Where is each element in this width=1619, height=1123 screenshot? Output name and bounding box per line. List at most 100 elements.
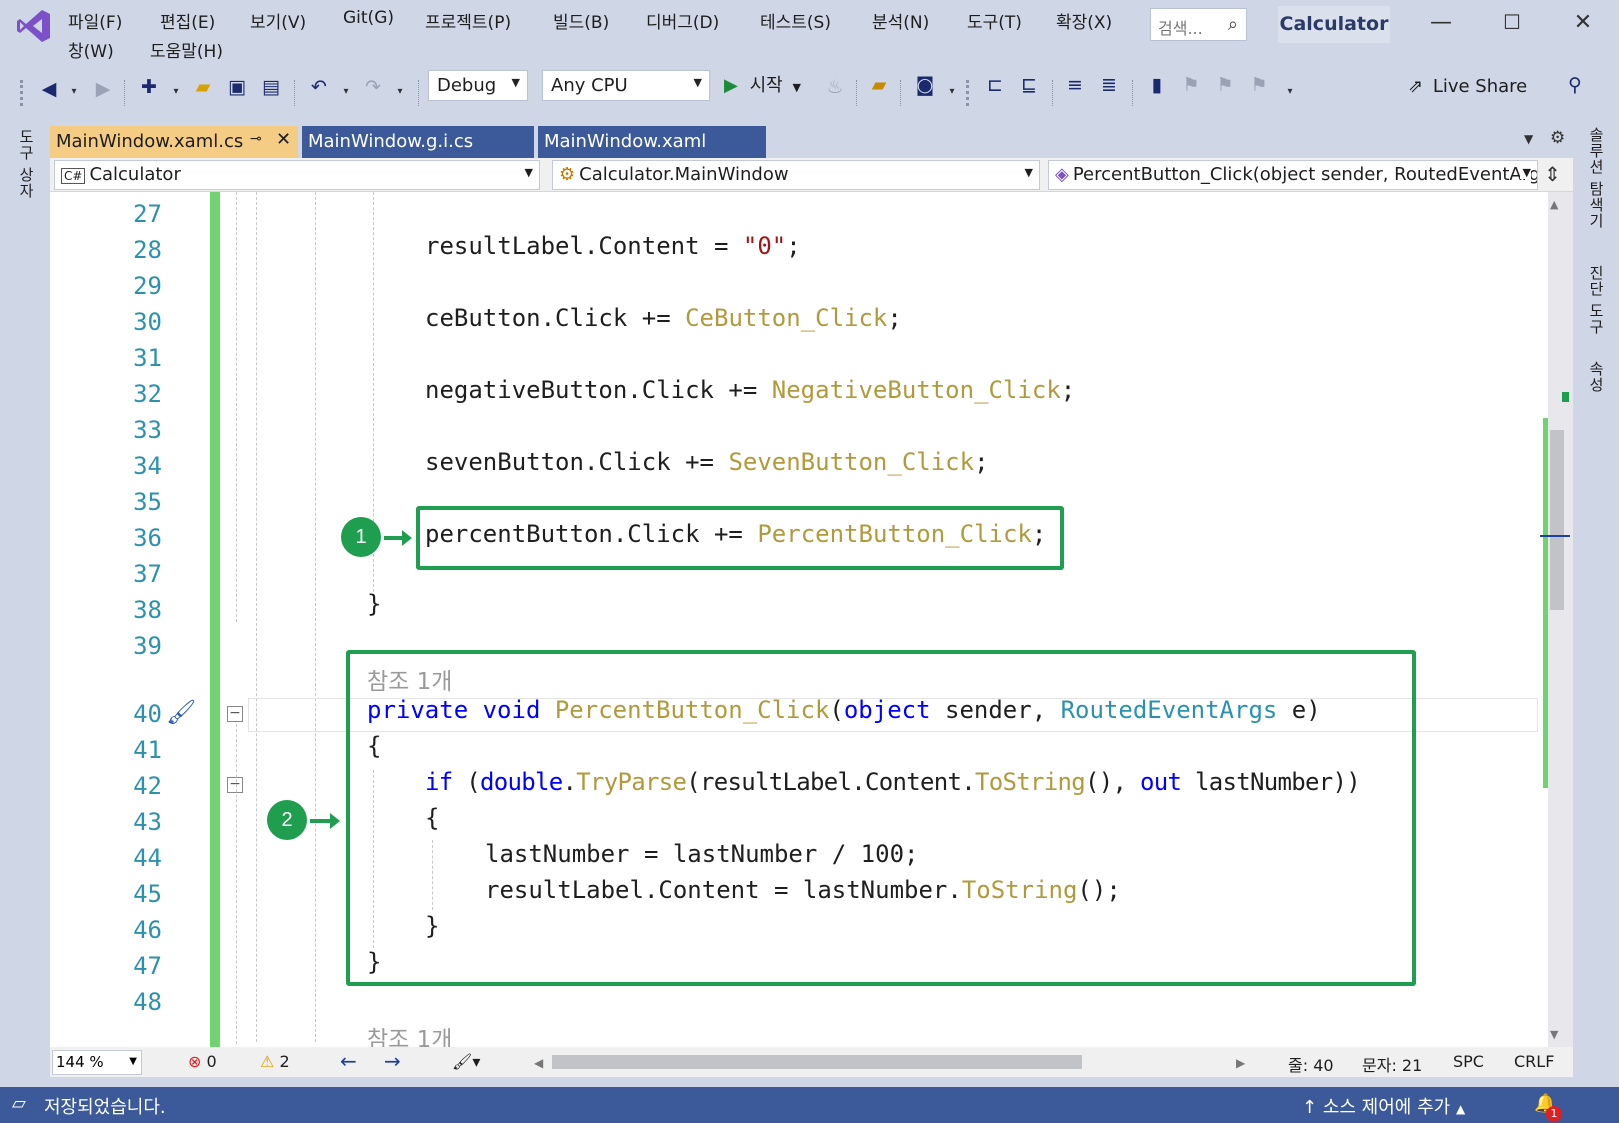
scroll-up-icon[interactable]: ▲ xyxy=(1550,198,1558,211)
save-icon[interactable]: ▣ xyxy=(224,76,250,98)
step-over-icon[interactable]: ⊑ xyxy=(1016,74,1042,96)
status-output-icon[interactable]: ▱ xyxy=(12,1093,26,1114)
whitespace-indicator[interactable]: SPC xyxy=(1453,1052,1484,1071)
settings-gear-icon[interactable]: ⚙ xyxy=(1550,128,1565,148)
menu-extensions[interactable]: 확장(X) xyxy=(1056,8,1112,33)
vertical-scrollbar[interactable] xyxy=(1548,192,1573,1047)
line-number: 45 xyxy=(133,880,162,908)
previous-bookmark-icon[interactable]: ⚑ xyxy=(1178,74,1204,96)
xaml-designer-icon[interactable]: ◙ xyxy=(912,74,938,96)
solution-platform-select[interactable]: Any CPU ▼ xyxy=(542,70,710,101)
toolbar-grip[interactable] xyxy=(20,80,23,106)
uncomment-icon[interactable]: ≣ xyxy=(1096,74,1122,96)
tab-mainwindow-g-i-cs[interactable]: MainWindow.g.i.cs xyxy=(302,126,534,158)
start-label: 시작 xyxy=(749,75,783,96)
scroll-left-icon[interactable]: ◀ xyxy=(534,1056,543,1070)
menu-project[interactable]: 프로젝트(P) xyxy=(425,8,511,33)
source-control-button[interactable]: ↑ 소스 제어에 추가 ▲ xyxy=(1302,1093,1465,1119)
menu-edit[interactable]: 편집(E) xyxy=(160,8,215,33)
code-cleanup-icon[interactable]: 🖌▾ xyxy=(452,1052,480,1071)
tab-list-dropdown-icon[interactable]: ▼ xyxy=(1524,132,1533,146)
line-indicator[interactable]: 줄: 40 xyxy=(1288,1052,1334,1076)
scroll-right-icon[interactable]: ▶ xyxy=(1236,1056,1245,1070)
step-into-icon[interactable]: ⊏ xyxy=(982,74,1008,96)
visual-studio-logo-icon[interactable] xyxy=(16,8,52,44)
type-dropdown[interactable]: ⚙ Calculator.MainWindow ▼ xyxy=(552,160,1040,190)
menu-help[interactable]: 도움말(H) xyxy=(150,37,223,62)
new-project-icon[interactable]: ✚ xyxy=(136,76,162,98)
scroll-down-icon[interactable]: ▼ xyxy=(1550,1028,1558,1041)
toolbar-separator xyxy=(856,80,858,106)
menu-view[interactable]: 보기(V) xyxy=(250,8,306,33)
callout-arrow-2 xyxy=(310,813,340,829)
line-ending-indicator[interactable]: CRLF xyxy=(1514,1052,1554,1071)
menu-file[interactable]: 파일(F) xyxy=(68,8,122,33)
toolbar-separator xyxy=(418,80,420,106)
toolbar-overflow-icon[interactable]: ▾ xyxy=(1284,86,1296,97)
undo-dropdown-icon[interactable]: ▾ xyxy=(340,86,352,97)
save-all-icon[interactable]: ▤ xyxy=(258,76,284,98)
solution-explorer-tab[interactable]: 솔루션 탐색기 xyxy=(1586,127,1607,229)
indent-guide xyxy=(315,192,316,1042)
start-debugging-button[interactable]: ▶ 시작 ▼ xyxy=(724,71,814,101)
chevron-down-icon: ▼ xyxy=(1519,166,1531,179)
menu-build[interactable]: 빌드(B) xyxy=(553,8,609,33)
collapse-method-icon[interactable]: − xyxy=(227,706,243,722)
find-in-files-icon[interactable]: ▰ xyxy=(866,74,892,96)
column-indicator[interactable]: 문자: 21 xyxy=(1362,1052,1422,1076)
pin-icon[interactable]: ⊸ xyxy=(250,131,262,147)
quick-actions-brush-icon[interactable]: 🖌 xyxy=(166,698,196,726)
back-dropdown-icon[interactable]: ▾ xyxy=(68,86,80,97)
callout-badge-1: 1 xyxy=(341,517,381,557)
redo-dropdown-icon[interactable]: ▾ xyxy=(394,86,406,97)
close-tab-icon[interactable]: ✕ xyxy=(276,129,291,150)
redo-icon[interactable]: ↷ xyxy=(360,76,386,98)
new-dropdown-icon[interactable]: ▾ xyxy=(170,86,182,97)
diagnostic-tools-tab[interactable]: 진단 도구 xyxy=(1586,265,1607,335)
close-icon[interactable]: ✕ xyxy=(1568,10,1598,35)
navigate-forward-icon[interactable]: → xyxy=(384,1049,401,1073)
next-bookmark-icon[interactable]: ⚑ xyxy=(1212,74,1238,96)
feedback-icon[interactable]: ⚲ xyxy=(1562,74,1588,96)
undo-icon[interactable]: ↶ xyxy=(306,76,332,98)
search-input[interactable]: 검색... ⌕ xyxy=(1150,8,1247,41)
maximize-icon[interactable]: ☐ xyxy=(1497,10,1527,34)
menu-git[interactable]: Git(G) xyxy=(343,8,394,28)
scroll-thumb[interactable] xyxy=(1550,430,1564,610)
navigate-backward-icon[interactable]: ← xyxy=(340,1049,357,1073)
comment-out-icon[interactable]: ≡ xyxy=(1062,74,1088,96)
overflow-icon[interactable]: ▾ xyxy=(946,86,958,97)
properties-tab[interactable]: 속성 xyxy=(1586,361,1607,393)
toolbar-grip[interactable] xyxy=(966,80,969,106)
line-number: 44 xyxy=(133,844,162,872)
share-icon: ⇗ xyxy=(1408,76,1424,97)
live-share-button[interactable]: ⇗ Live Share xyxy=(1408,76,1527,97)
back-icon[interactable]: ◀ xyxy=(36,78,62,100)
zoom-select[interactable]: 144 % ▼ xyxy=(52,1050,142,1075)
minimize-icon[interactable]: — xyxy=(1426,10,1456,35)
tab-mainwindow-xaml-cs[interactable]: MainWindow.xaml.cs ⊸ ✕ xyxy=(50,126,298,158)
solution-configuration-select[interactable]: Debug ▼ xyxy=(428,70,528,101)
menu-test[interactable]: 테스트(S) xyxy=(760,8,831,33)
hot-reload-icon[interactable]: ♨ xyxy=(822,76,848,98)
forward-icon[interactable]: ▶ xyxy=(90,78,116,100)
tab-mainwindow-xaml[interactable]: MainWindow.xaml xyxy=(538,126,766,158)
warning-count[interactable]: ⚠ 2 xyxy=(260,1052,290,1071)
menu-debug[interactable]: 디버그(D) xyxy=(646,8,719,33)
code-line-28: resultLabel.Content = "0"; xyxy=(425,232,801,260)
collapse-if-block-icon[interactable]: − xyxy=(227,777,243,793)
bookmark-icon[interactable]: ▮ xyxy=(1144,74,1170,96)
project-dropdown[interactable]: C# Calculator ▼ xyxy=(54,160,540,190)
open-folder-icon[interactable]: ▰ xyxy=(190,76,216,98)
split-window-icon[interactable]: ⇕ xyxy=(1544,162,1561,186)
toolbox-tab[interactable]: 도구 상자 xyxy=(16,129,37,199)
member-dropdown[interactable]: ◈ PercentButton_Click(object sender, Rout… xyxy=(1048,160,1538,190)
menu-analyze[interactable]: 분석(N) xyxy=(872,8,929,33)
tab-label: MainWindow.xaml xyxy=(544,131,707,152)
error-count[interactable]: ⊗ 0 xyxy=(188,1052,217,1071)
start-dropdown-icon: ▼ xyxy=(792,81,801,94)
clear-bookmarks-icon[interactable]: ⚑ xyxy=(1246,74,1272,96)
menu-tools[interactable]: 도구(T) xyxy=(967,8,1022,33)
menu-window[interactable]: 창(W) xyxy=(68,37,114,62)
horizontal-scroll-thumb[interactable] xyxy=(552,1055,1082,1069)
